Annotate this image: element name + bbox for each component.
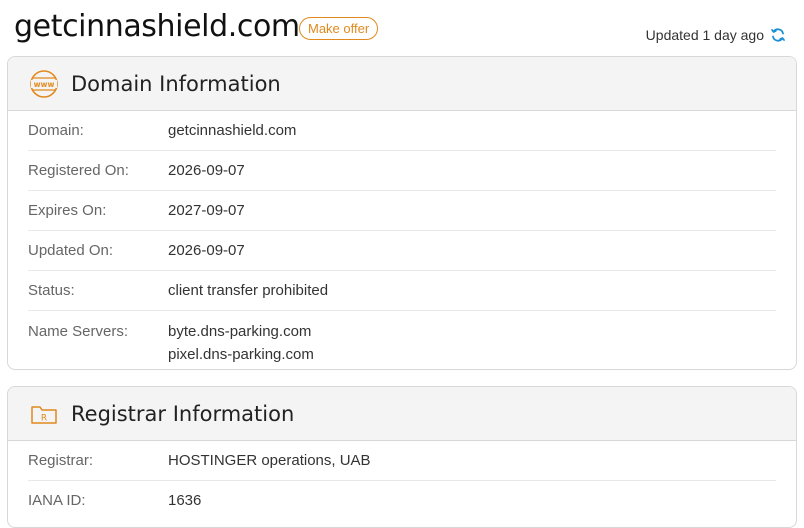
row-label: Registrar: — [28, 452, 94, 469]
svg-text:R: R — [41, 413, 47, 423]
row-label: Updated On: — [28, 242, 114, 259]
registrar-row: Registrar: HOSTINGER operations, UAB — [28, 441, 776, 481]
name-server: pixel.dns-parking.com — [168, 346, 314, 363]
expires-on-row: Expires On: 2027-09-07 — [28, 191, 776, 231]
row-value: 2026-09-07 — [168, 162, 245, 179]
status-row: Status: client transfer prohibited — [28, 271, 776, 311]
name-server: byte.dns-parking.com — [168, 323, 312, 340]
row-label: Status: — [28, 282, 75, 299]
updated-text: Updated 1 day ago — [645, 27, 764, 43]
row-label: Domain: — [28, 122, 84, 139]
registrar-information-header: R Registrar Information — [8, 387, 796, 441]
row-label: Expires On: — [28, 202, 107, 219]
row-value: 2027-09-07 — [168, 202, 245, 219]
refresh-icon[interactable] — [770, 27, 786, 43]
row-label: IANA ID: — [28, 492, 86, 509]
row-value: client transfer prohibited — [168, 282, 329, 299]
row-label: Registered On: — [28, 162, 129, 179]
make-offer-button[interactable]: Make offer — [299, 17, 379, 40]
name-server-list: byte.dns-parking.com pixel.dns-parking.c… — [168, 320, 314, 369]
www-globe-icon: www — [29, 69, 59, 99]
registrar-information-title: Registrar Information — [71, 401, 295, 426]
domain-information-header: www Domain Information — [8, 57, 796, 111]
domain-information-title: Domain Information — [71, 71, 281, 96]
row-value: 2026-09-07 — [168, 242, 245, 259]
row-value: HOSTINGER operations, UAB — [168, 452, 371, 469]
registrar-information-card: R Registrar Information Registrar: HOSTI… — [7, 386, 797, 528]
page-title: getcinnashield.com — [14, 9, 300, 44]
name-servers-row: Name Servers: byte.dns-parking.com pixel… — [28, 311, 776, 369]
domain-information-card: www Domain Information Domain: getcinnas… — [7, 56, 797, 370]
svg-text:www: www — [34, 80, 55, 89]
row-value: getcinnashield.com — [168, 122, 297, 139]
registered-on-row: Registered On: 2026-09-07 — [28, 151, 776, 191]
updated-on-row: Updated On: 2026-09-07 — [28, 231, 776, 271]
domain-row: Domain: getcinnashield.com — [28, 111, 776, 151]
row-label: Name Servers: — [28, 323, 129, 340]
registrar-info-rows: Registrar: HOSTINGER operations, UAB IAN… — [8, 441, 796, 520]
registrar-folder-icon: R — [29, 399, 59, 429]
row-value: 1636 — [168, 492, 202, 509]
domain-info-rows: Domain: getcinnashield.com Registered On… — [8, 111, 796, 369]
page-header: getcinnashield.com Make offer Updated 1 … — [0, 0, 804, 56]
iana-id-row: IANA ID: 1636 — [28, 481, 776, 520]
updated-status: Updated 1 day ago — [646, 27, 786, 43]
